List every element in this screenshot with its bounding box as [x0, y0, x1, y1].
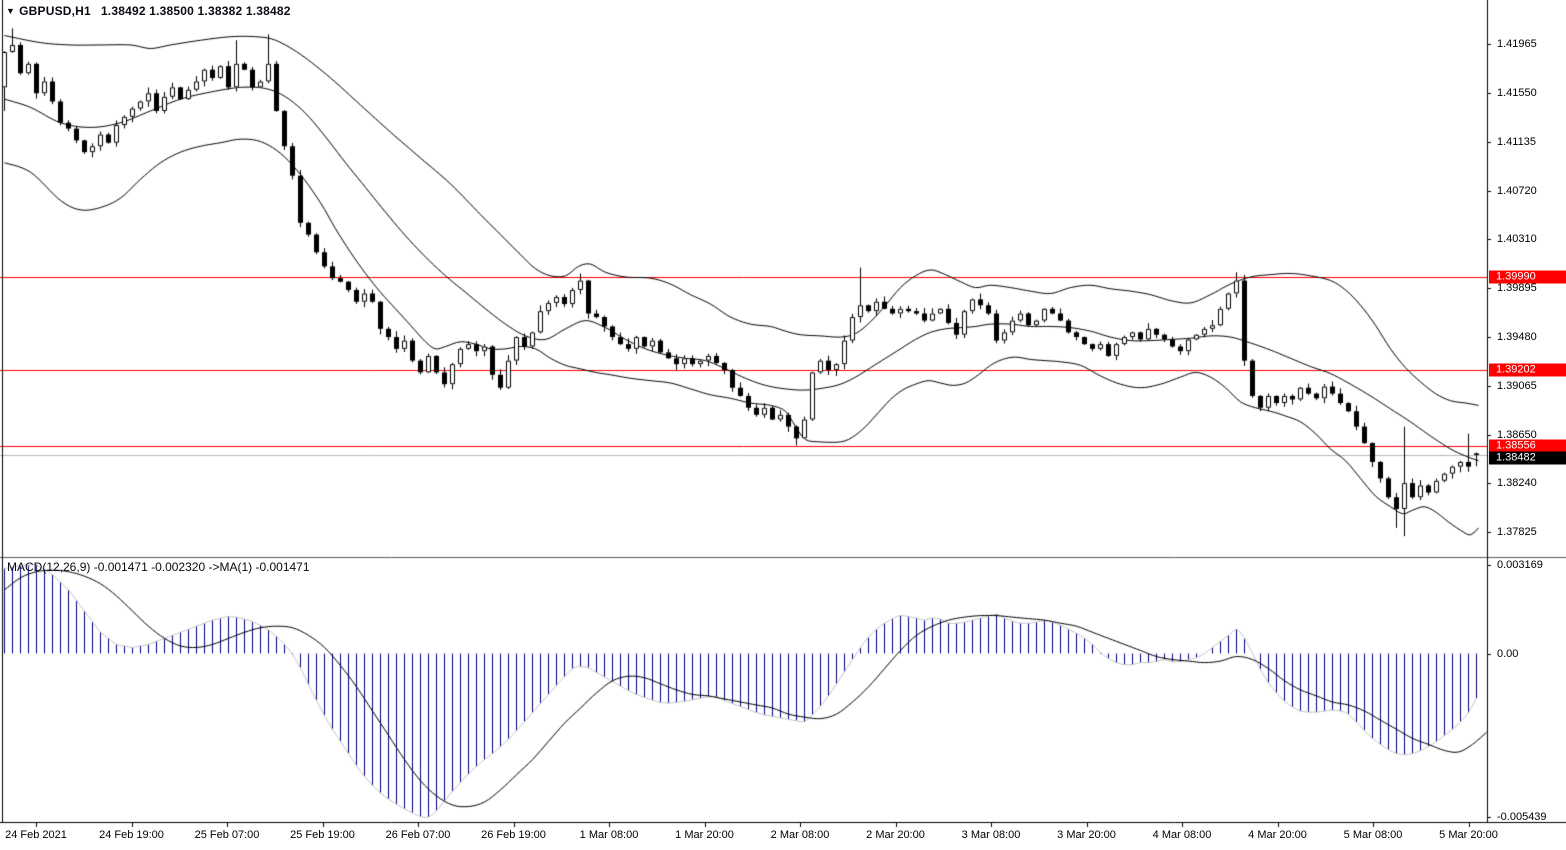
macd-indicator-label: MACD(12,26,9) -0.001471 -0.002320 ->MA(1… — [7, 560, 310, 574]
symbol-name: GBPUSD,H1 — [19, 4, 91, 18]
collapse-triangle-icon[interactable]: ▼ — [6, 6, 15, 16]
mt4-chart-window: ▼ GBPUSD,H1 1.38492 1.38500 1.38382 1.3848… — [0, 0, 1566, 850]
ohlc-values: 1.38492 1.38500 1.38382 1.38482 — [101, 4, 291, 18]
price-chart-canvas[interactable] — [0, 0, 1566, 850]
symbol-ohlc-label: ▼ GBPUSD,H1 1.38492 1.38500 1.38382 1.3848… — [6, 4, 291, 18]
